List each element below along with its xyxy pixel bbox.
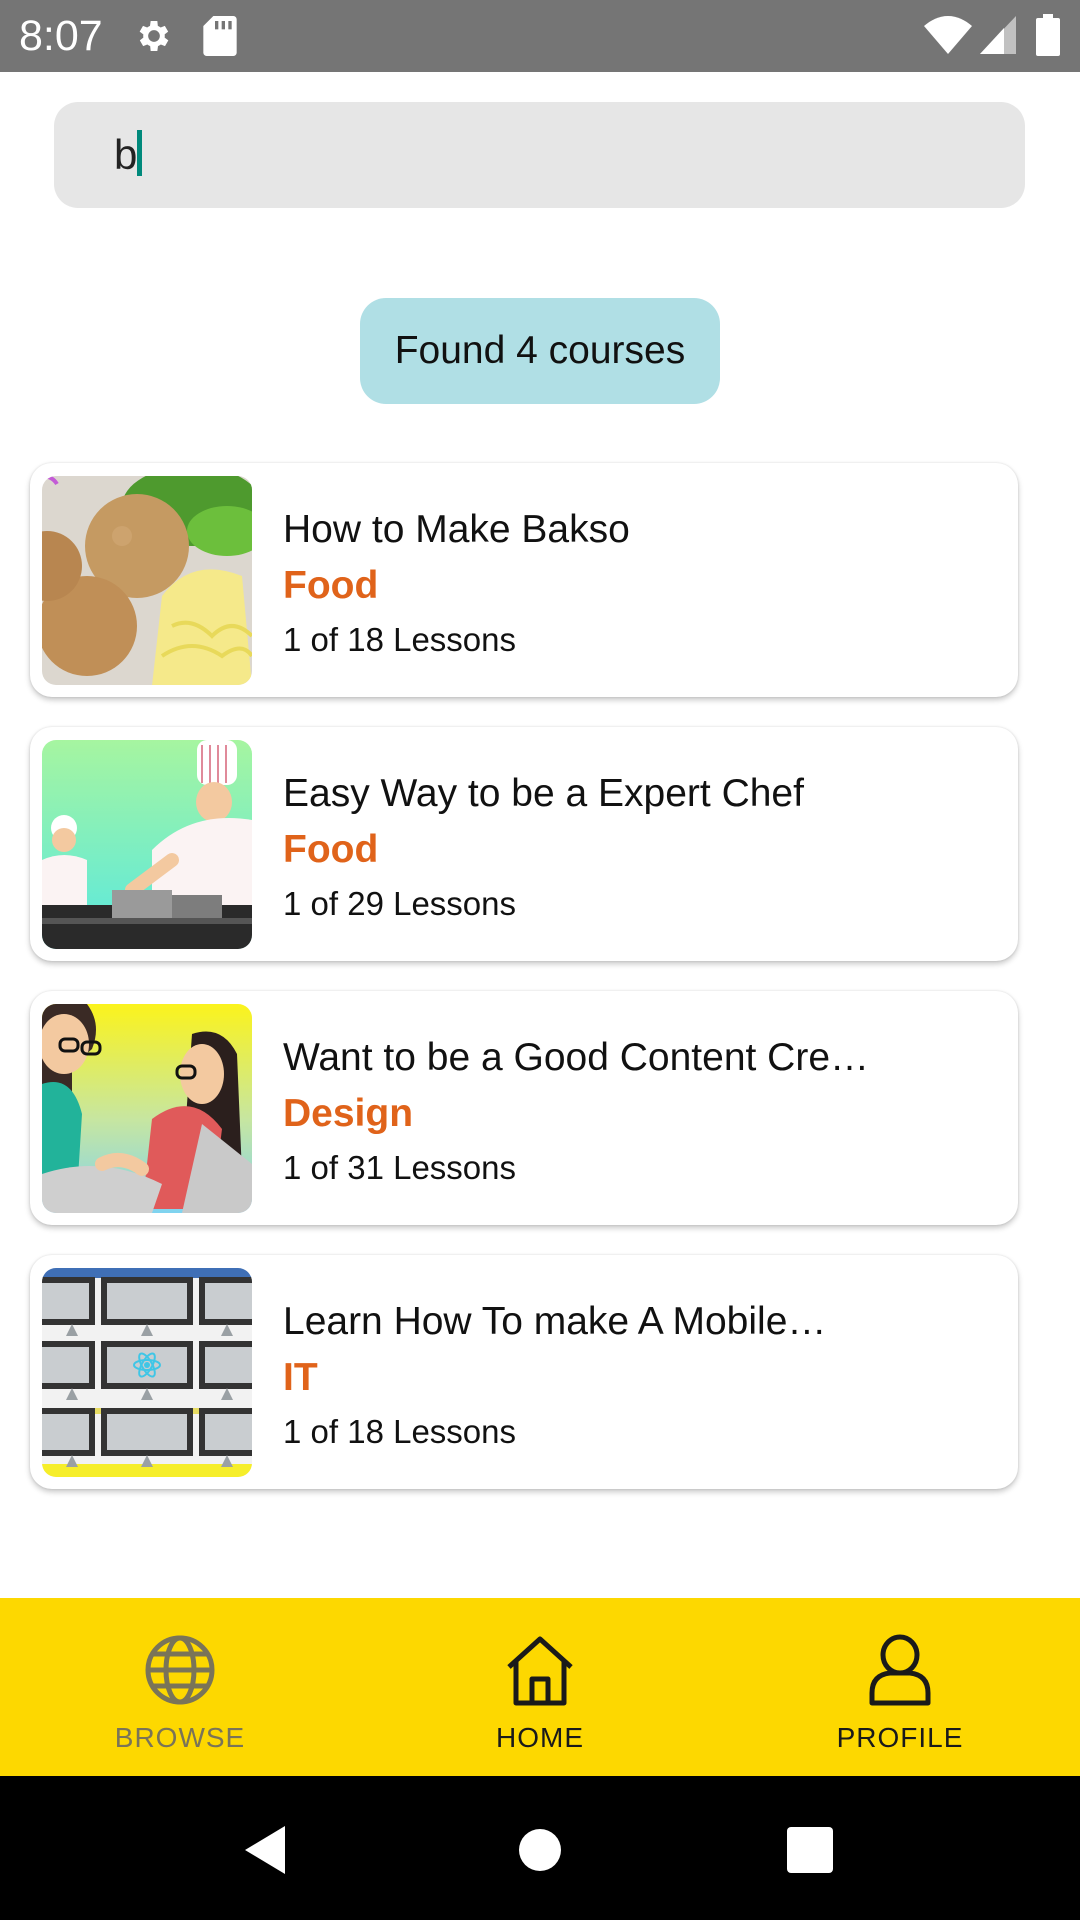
- tab-profile[interactable]: PROFILE: [720, 1598, 1080, 1776]
- course-title: Want to be a Good Content Cre…: [283, 1036, 870, 1079]
- course-title: Easy Way to be a Expert Chef: [283, 772, 804, 815]
- bakso-image: [42, 476, 252, 685]
- battery-icon: [1036, 14, 1060, 56]
- bottom-tab-bar: BROWSE HOME PROFILE: [0, 1598, 1080, 1776]
- course-card[interactable]: Easy Way to be a Expert Chef Food 1 of 2…: [30, 727, 1018, 961]
- wifi-icon: [924, 16, 972, 54]
- course-lessons: 1 of 18 Lessons: [283, 1413, 516, 1450]
- signal-icon: [980, 16, 1016, 54]
- content-creator-image: [42, 1004, 252, 1213]
- mobile-app-image: [42, 1268, 252, 1477]
- course-category: IT: [283, 1356, 318, 1399]
- tab-browse-label: BROWSE: [114, 1722, 246, 1753]
- home-icon: [507, 1636, 573, 1706]
- course-category: Design: [283, 1092, 414, 1135]
- course-title: How to Make Bakso: [283, 508, 630, 551]
- course-title: Learn How To make A Mobile…: [283, 1300, 827, 1343]
- course-lessons: 1 of 18 Lessons: [283, 621, 516, 658]
- course-category: Food: [283, 564, 379, 607]
- home-circle-icon[interactable]: [510, 1820, 570, 1880]
- user-icon: [869, 1634, 931, 1706]
- globe-icon: [145, 1635, 215, 1705]
- text-caret: [137, 130, 142, 176]
- tab-home-label: HOME: [496, 1722, 584, 1753]
- course-card[interactable]: How to Make Bakso Food 1 of 18 Lessons: [30, 463, 1018, 697]
- search-input[interactable]: [114, 102, 994, 208]
- course-card[interactable]: Want to be a Good Content Cre… Design 1 …: [30, 991, 1018, 1225]
- sdcard-icon: [203, 16, 237, 56]
- course-card[interactable]: Learn How To make A Mobile… IT 1 of 18 L…: [30, 1255, 1018, 1489]
- course-lessons: 1 of 31 Lessons: [283, 1149, 516, 1186]
- course-list: How to Make Bakso Food 1 of 18 Lessons E…: [30, 463, 1020, 1519]
- course-category: Food: [283, 828, 379, 871]
- recents-icon[interactable]: [780, 1820, 840, 1880]
- status-bar: 8:07: [0, 0, 1080, 72]
- back-icon[interactable]: [237, 1820, 297, 1880]
- settings-icon: [139, 21, 169, 51]
- system-nav-bar: [0, 1776, 1080, 1920]
- tab-home[interactable]: HOME: [360, 1598, 720, 1776]
- tab-profile-label: PROFILE: [836, 1722, 964, 1753]
- results-count-badge: Found 4 courses: [360, 298, 720, 404]
- status-time: 8:07: [19, 12, 103, 60]
- search-box[interactable]: [54, 102, 1025, 208]
- chef-image: [42, 740, 252, 949]
- course-lessons: 1 of 29 Lessons: [283, 885, 516, 922]
- tab-browse[interactable]: BROWSE: [0, 1598, 360, 1776]
